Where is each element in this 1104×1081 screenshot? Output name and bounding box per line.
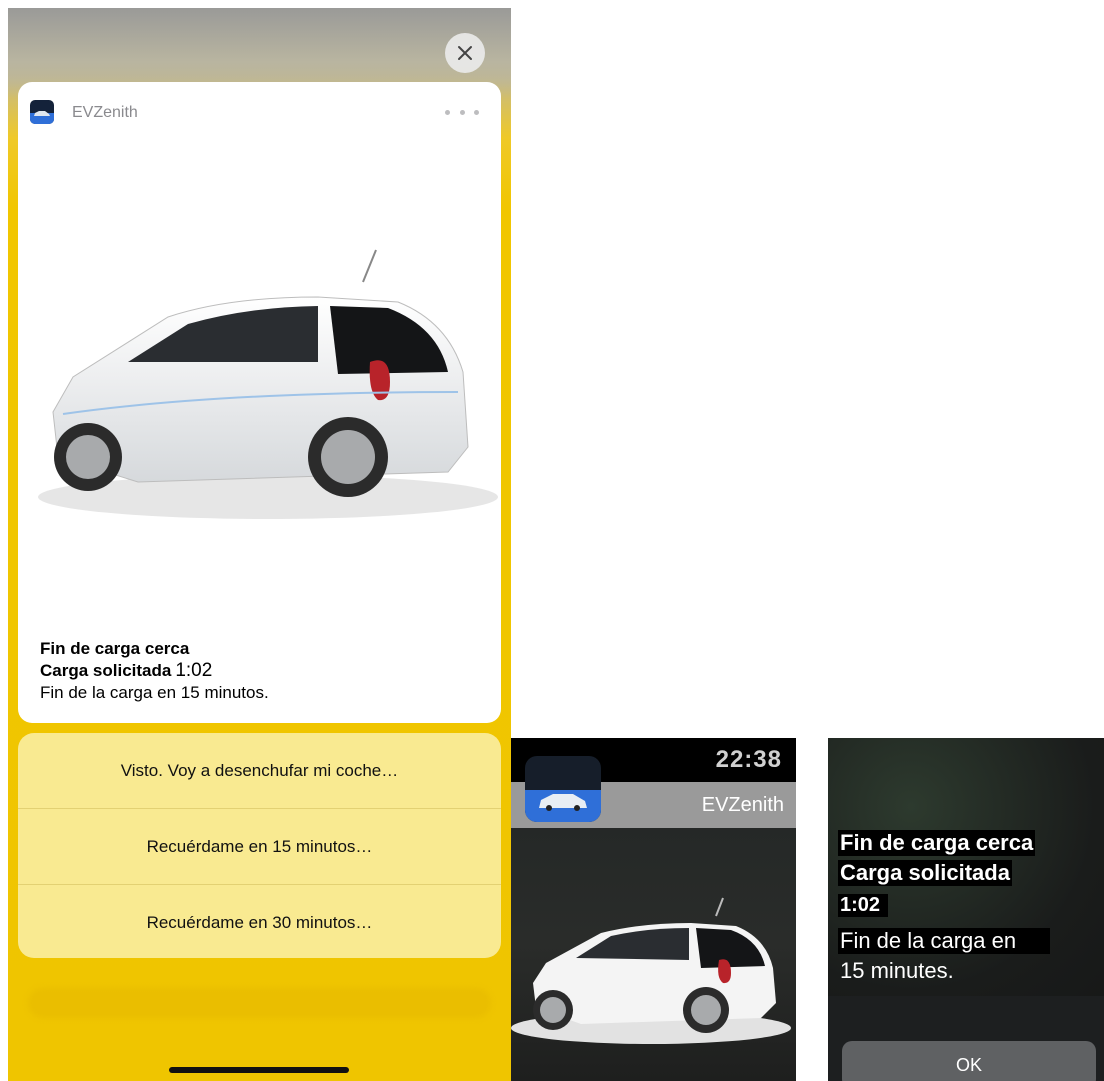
- notification-header: EVZenith: [30, 100, 489, 126]
- close-button[interactable]: [445, 33, 485, 73]
- watch-notification-screen: 22:38 EVZenith: [511, 738, 796, 1081]
- notification-title: Fin de carga cerca: [40, 639, 190, 658]
- watch-clock: 22:38: [715, 746, 782, 773]
- watch-app-icon[interactable]: [525, 756, 601, 822]
- close-icon: [458, 46, 472, 60]
- notification-subtitle: Carga solicitada: [40, 661, 172, 680]
- more-button[interactable]: [445, 102, 479, 122]
- notification-body: Fin de la carga en 15 minutos.: [40, 683, 269, 702]
- watch-app-name: EVZenith: [701, 794, 784, 816]
- watch-detail-screen: Fin de carga cerca Carga solicitada 1:02…: [828, 738, 1104, 1081]
- app-icon: [30, 100, 54, 124]
- notification-content: Fin de carga cerca Carga solicitada 1:02 …: [40, 638, 485, 704]
- action-remind-30[interactable]: Recuérdame en 30 minutos…: [18, 885, 501, 958]
- notification-subtitle-row: Carga solicitada 1:02: [40, 659, 485, 682]
- watch-detail-title: Fin de carga cerca: [838, 830, 1036, 856]
- dock-blur: [28, 988, 491, 1018]
- app-name: EVZenith: [72, 104, 138, 121]
- watch-detail-time: 1:02: [838, 894, 889, 917]
- watch-detail-body-line1: Fin de la carga en: [838, 928, 1051, 954]
- action-remind-15[interactable]: Recuérdame en 15 minutos…: [18, 809, 501, 885]
- car-image: [38, 249, 498, 519]
- notification-actions: Visto. Voy a desenchufar mi coche… Recué…: [18, 733, 501, 958]
- home-indicator[interactable]: [169, 1067, 349, 1073]
- ok-button[interactable]: OK: [842, 1041, 1096, 1081]
- watch-detail-body-line2: 15 minutes.: [840, 958, 954, 983]
- watch-detail-subtitle: Carga solicitada: [838, 860, 1012, 886]
- watch-car-image: [511, 897, 791, 1044]
- notification-time: 1:02: [175, 660, 213, 681]
- action-seen-unplug[interactable]: Visto. Voy a desenchufar mi coche…: [18, 733, 501, 809]
- notification-card[interactable]: EVZenith Fin de carga cerca Carga solici…: [18, 82, 501, 723]
- phone-screen: EVZenith Fin de carga cerca Carga solici…: [8, 8, 511, 1081]
- more-icon: [445, 109, 450, 115]
